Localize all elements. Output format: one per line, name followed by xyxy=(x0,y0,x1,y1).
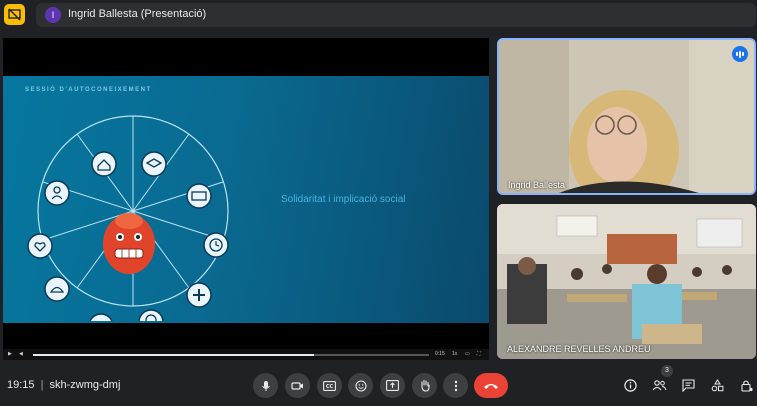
lock-person-icon xyxy=(740,379,753,392)
hand-icon xyxy=(420,379,430,392)
captions-icon: CC xyxy=(323,380,336,391)
people-button[interactable] xyxy=(649,375,669,395)
microphone-icon xyxy=(261,380,270,391)
participant-tile[interactable]: Ingrid Ballesta xyxy=(497,38,756,195)
time-readout: 0:15 xyxy=(435,351,445,357)
family-icon xyxy=(44,180,70,206)
monster-mascot-icon xyxy=(103,213,155,274)
activities-button[interactable] xyxy=(707,375,727,395)
host-controls-button[interactable] xyxy=(736,375,756,395)
bottom-bar: 19:15 | skh-zwmg-dmj CC 3 xyxy=(0,365,757,406)
raise-hand-button[interactable] xyxy=(412,373,437,398)
heart-hands-icon xyxy=(27,233,53,259)
present-screen-icon xyxy=(386,380,399,391)
participant-tile[interactable]: ALEXANDRE REVELLES ANDREU xyxy=(497,204,756,359)
top-bar: I Ingrid Ballesta (Presentació) xyxy=(0,0,757,30)
meeting-info: 19:15 | skh-zwmg-dmj xyxy=(7,379,120,391)
meeting-details-button[interactable] xyxy=(620,375,640,395)
tree-icon xyxy=(138,309,164,321)
camera-icon xyxy=(291,381,303,390)
participant-name: ALEXANDRE REVELLES ANDREU xyxy=(507,344,651,354)
reactions-button[interactable] xyxy=(348,373,373,398)
fullscreen-icon[interactable]: ⛶ xyxy=(477,351,481,357)
graduation-cap-icon xyxy=(141,151,167,177)
sleep-icon: zzz xyxy=(89,313,113,321)
leave-call-button[interactable] xyxy=(474,373,508,398)
microphone-button[interactable] xyxy=(253,373,278,398)
volume-icon[interactable]: ◀ xyxy=(19,351,23,357)
slide-kicker: SESSIÓ D'AUTOCONEIXEMENT xyxy=(25,87,152,93)
progress-bar[interactable] xyxy=(33,354,429,356)
separator: | xyxy=(40,379,44,391)
info-icon xyxy=(623,378,637,392)
participant-name: Ingrid Ballesta xyxy=(508,180,566,190)
captions-button[interactable]: CC xyxy=(317,373,342,398)
presenter-chip[interactable]: I Ingrid Ballesta (Presentació) xyxy=(36,3,756,27)
play-icon[interactable]: ▶ xyxy=(8,351,12,357)
chat-icon xyxy=(681,378,695,392)
money-icon xyxy=(186,183,212,209)
people-icon xyxy=(652,379,666,390)
emoji-icon xyxy=(354,379,367,392)
pip-icon[interactable]: ▭ xyxy=(465,351,470,357)
meeting-code: skh-zwmg-dmj xyxy=(49,379,121,391)
clock-icon xyxy=(203,232,229,258)
more-options-button[interactable] xyxy=(443,373,468,398)
presentation-stage: SESSIÓ D'AUTOCONEIXEMENT Solidaritat i i… xyxy=(3,38,489,360)
present-button[interactable] xyxy=(380,373,405,398)
presenter-avatar: I xyxy=(45,7,61,23)
people-count-badge: 3 xyxy=(661,365,673,377)
life-wheel: zzz xyxy=(27,115,229,321)
activities-icon xyxy=(711,378,723,391)
phone-hangup-icon xyxy=(484,383,498,389)
participant-video xyxy=(497,204,756,359)
chat-button[interactable] xyxy=(678,375,698,395)
house-icon xyxy=(91,151,117,177)
player-controls: ▶ ◀ 0:15 1x ▭ ⛶ xyxy=(3,349,489,360)
slide: SESSIÓ D'AUTOCONEIXEMENT Solidaritat i i… xyxy=(3,76,489,323)
slide-heading: Solidaritat i implicació social xyxy=(281,194,406,205)
more-vert-icon xyxy=(454,380,457,391)
camera-button[interactable] xyxy=(285,373,310,398)
speed-button[interactable]: 1x xyxy=(452,351,457,357)
participant-video xyxy=(499,40,754,193)
speaking-indicator-icon xyxy=(732,46,748,62)
svg-text:CC: CC xyxy=(326,384,334,390)
meeting-time: 19:15 xyxy=(7,379,35,391)
presenter-title: Ingrid Ballesta (Presentació) xyxy=(68,8,207,20)
presentation-off-icon[interactable] xyxy=(4,4,25,25)
lotus-icon xyxy=(44,276,70,302)
progress-fill xyxy=(33,354,315,356)
plus-icon xyxy=(186,282,212,308)
